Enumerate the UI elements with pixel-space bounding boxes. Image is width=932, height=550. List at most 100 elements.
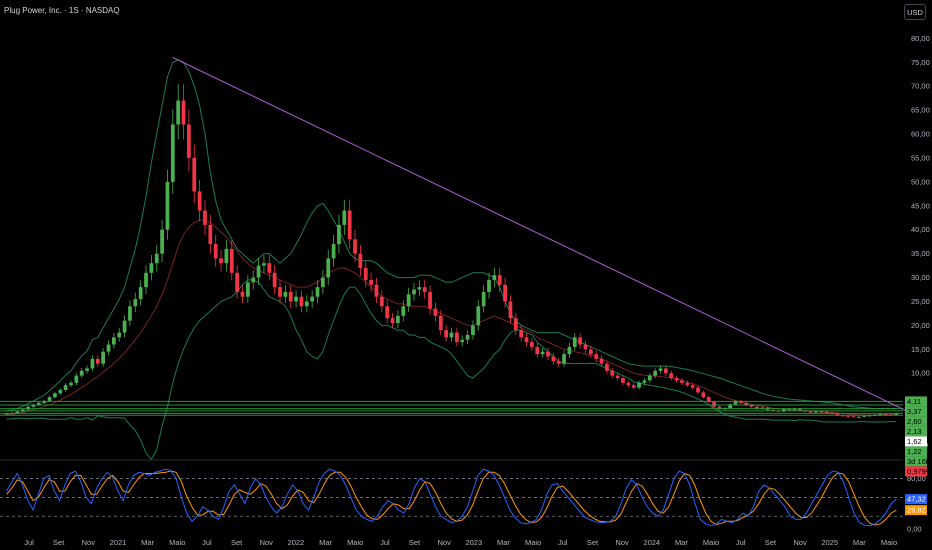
candle-body (79, 370, 84, 376)
candle-body (95, 358, 100, 364)
candle-body (508, 301, 513, 319)
candle-body (160, 229, 164, 254)
candle-body (90, 358, 95, 369)
candle-body (47, 397, 52, 401)
candle-body (471, 325, 475, 335)
candle-body (422, 287, 427, 292)
candle-body (690, 385, 695, 388)
candle-body (856, 416, 861, 418)
candle-body (310, 296, 315, 302)
candle-body (208, 224, 213, 245)
candle-body (353, 239, 357, 254)
price-tick-label: 30,00 (911, 273, 930, 282)
chart-canvas[interactable]: Plug Power, Inc. · 1S · NASDAQ 80,00 0,00… (0, 0, 932, 550)
candle-body (379, 296, 384, 307)
candle-body (615, 375, 620, 379)
candle-body (851, 416, 856, 418)
candle-body (594, 354, 599, 359)
candle-body (610, 370, 615, 376)
candle-body (197, 191, 202, 211)
time-tick-label: 2023 (465, 538, 482, 547)
candle-body (262, 263, 266, 266)
candle-body (128, 306, 132, 321)
candle-body (578, 337, 582, 345)
candle-body (219, 258, 223, 264)
candle-body (503, 284, 507, 302)
candle-body (53, 393, 57, 398)
candle-body (519, 330, 524, 338)
price-tag-label: 2,60 (907, 417, 922, 426)
candle-body (69, 382, 73, 386)
candle-body (267, 263, 272, 273)
time-tick-label: Mar (675, 538, 688, 547)
price-tag-label: 3d 16h (907, 457, 930, 466)
price-tag-label: 1,22 (907, 447, 922, 456)
candle-body (192, 157, 197, 192)
candle-body (454, 332, 459, 343)
price-tick-label: 45,00 (911, 201, 930, 210)
candle-body (696, 387, 700, 393)
candle-body (138, 287, 143, 300)
candle-body (278, 287, 282, 297)
candle-body (240, 291, 245, 297)
candle-body (701, 392, 706, 398)
candle-body (74, 375, 79, 383)
candle-body (583, 344, 588, 350)
candle-body (631, 385, 636, 388)
candle-body (363, 267, 368, 280)
stoch-value-label: 47,32 (907, 495, 926, 504)
candle-body (412, 289, 416, 295)
time-tick-label: Maio (347, 538, 363, 547)
time-tick-label: Jul (24, 538, 34, 547)
time-tick-label: Jul (558, 538, 568, 547)
candle-body (497, 275, 502, 285)
time-tick-label: Nov (615, 538, 629, 547)
candle-body (331, 244, 336, 259)
candle-body (476, 306, 481, 326)
currency-button[interactable]: USD (904, 4, 926, 20)
candle-body (288, 291, 293, 302)
candle-body (433, 308, 438, 316)
price-tick-label: 80,00 (911, 34, 930, 43)
candle-body (808, 411, 813, 413)
candle-body (481, 291, 486, 307)
time-tick-label: Jul (736, 538, 746, 547)
candle-body (551, 356, 556, 362)
time-tick-label: Mar (141, 538, 154, 547)
candle-body (653, 370, 658, 376)
candle-body (15, 411, 20, 413)
candle-body (342, 210, 347, 225)
candle-body (819, 411, 824, 413)
candle-body (530, 342, 534, 347)
price-tick-label: 40,00 (911, 225, 930, 234)
stoch-tick-label: 0,00 (907, 524, 922, 533)
candle-body (401, 306, 406, 316)
price-tag-label: 0,979% (907, 467, 932, 476)
candle-body (58, 389, 63, 394)
candle-body (605, 363, 609, 371)
candle-body (321, 277, 325, 288)
candle-body (540, 351, 545, 355)
candle-body (101, 351, 106, 364)
candle-body (299, 296, 304, 307)
candle-body (229, 248, 234, 273)
time-tick-label: Maio (881, 538, 897, 547)
candle-body (685, 382, 690, 386)
candle-body (165, 181, 170, 230)
candle-body (272, 272, 277, 288)
candle-body (642, 380, 647, 383)
candle-body (149, 263, 154, 273)
time-tick-label: 2024 (643, 538, 660, 547)
candle-body (374, 284, 379, 297)
time-tick-label: Nov (260, 538, 274, 547)
candle-body (460, 339, 465, 343)
candle-body (862, 415, 867, 417)
candle-body (315, 287, 320, 297)
candle-body (712, 401, 716, 407)
price-tick-label: 20,00 (911, 321, 930, 330)
candle-body (406, 294, 411, 307)
candle-body (111, 337, 116, 345)
price-tick-label: 35,00 (911, 249, 930, 258)
candle-body (846, 415, 850, 417)
candle-body (438, 315, 443, 331)
